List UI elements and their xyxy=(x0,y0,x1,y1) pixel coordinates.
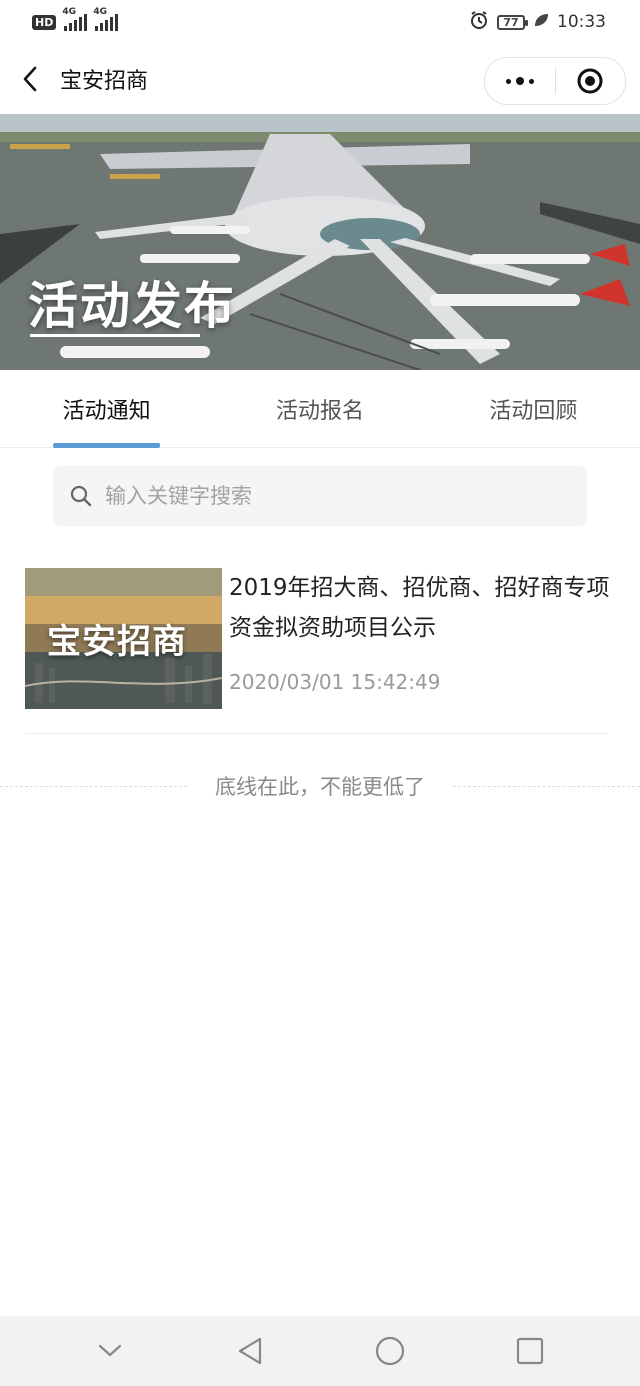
thumbnail-caption: 宝安招商 xyxy=(47,622,187,662)
end-of-list-text: 底线在此，不能更低了 xyxy=(215,775,425,799)
network-type-label: 4G xyxy=(62,7,76,17)
nav-bar: 宝安招商 xyxy=(0,44,640,114)
network-type-label: 4G xyxy=(93,7,107,17)
chevron-down-icon xyxy=(98,1344,122,1357)
end-of-list: 底线在此，不能更低了 xyxy=(0,768,640,804)
battery-icon: 77 xyxy=(497,14,528,30)
triangle-back-icon xyxy=(238,1337,262,1365)
system-navigation-bar xyxy=(0,1316,640,1386)
hd-badge: HD xyxy=(32,14,57,30)
dashed-divider xyxy=(0,785,187,787)
more-button[interactable] xyxy=(485,77,555,85)
item-date: 2020/03/01 15:42:49 xyxy=(229,670,441,694)
mini-program-capsule xyxy=(484,57,626,105)
tab-activity-review[interactable]: 活动回顾 xyxy=(427,370,640,447)
tab-activity-signup[interactable]: 活动报名 xyxy=(213,370,426,447)
hide-nav-button[interactable] xyxy=(80,1321,140,1381)
dashed-divider xyxy=(453,785,640,787)
target-close-icon xyxy=(577,68,603,94)
chevron-left-icon xyxy=(23,66,37,92)
square-recents-icon xyxy=(516,1337,544,1365)
search-icon xyxy=(70,485,92,507)
banner-underline xyxy=(30,334,200,337)
page: HD 4G 4G 77 10:33 宝安招商 活动发布 活动通知 活动报名 活动… xyxy=(0,0,640,1386)
tab-bar: 活动通知 活动报名 活动回顾 xyxy=(0,370,640,448)
status-right: 77 10:33 xyxy=(469,10,606,35)
search-input[interactable] xyxy=(103,483,547,509)
circle-home-icon xyxy=(375,1336,405,1366)
item-thumbnail: 宝安招商 xyxy=(25,568,222,709)
leaf-icon xyxy=(533,12,549,33)
search-box[interactable] xyxy=(53,466,587,526)
page-title: 宝安招商 xyxy=(60,69,149,94)
alarm-icon xyxy=(469,10,489,35)
banner-title: 活动发布 xyxy=(28,277,236,335)
close-mini-program-button[interactable] xyxy=(556,67,626,95)
status-left: HD 4G 4G xyxy=(32,7,119,31)
system-back-button[interactable] xyxy=(220,1321,280,1381)
more-dots-icon xyxy=(505,77,534,85)
system-home-button[interactable] xyxy=(360,1321,420,1381)
clock-time: 10:33 xyxy=(557,12,606,32)
signal-icon: 4G xyxy=(62,7,88,31)
status-bar: HD 4G 4G 77 10:33 xyxy=(0,0,640,44)
banner-image: 活动发布 xyxy=(0,114,640,370)
active-tab-indicator xyxy=(53,443,160,448)
tab-activity-notice[interactable]: 活动通知 xyxy=(0,370,213,447)
list-item[interactable]: 宝安招商 2019年招大商、招优商、招好商专项资金拟资助项目公示 2020/03… xyxy=(25,560,610,734)
system-recents-button[interactable] xyxy=(500,1321,560,1381)
signal-icon: 4G xyxy=(93,7,119,31)
back-button[interactable] xyxy=(0,44,60,114)
item-title: 2019年招大商、招优商、招好商专项资金拟资助项目公示 xyxy=(229,575,610,641)
